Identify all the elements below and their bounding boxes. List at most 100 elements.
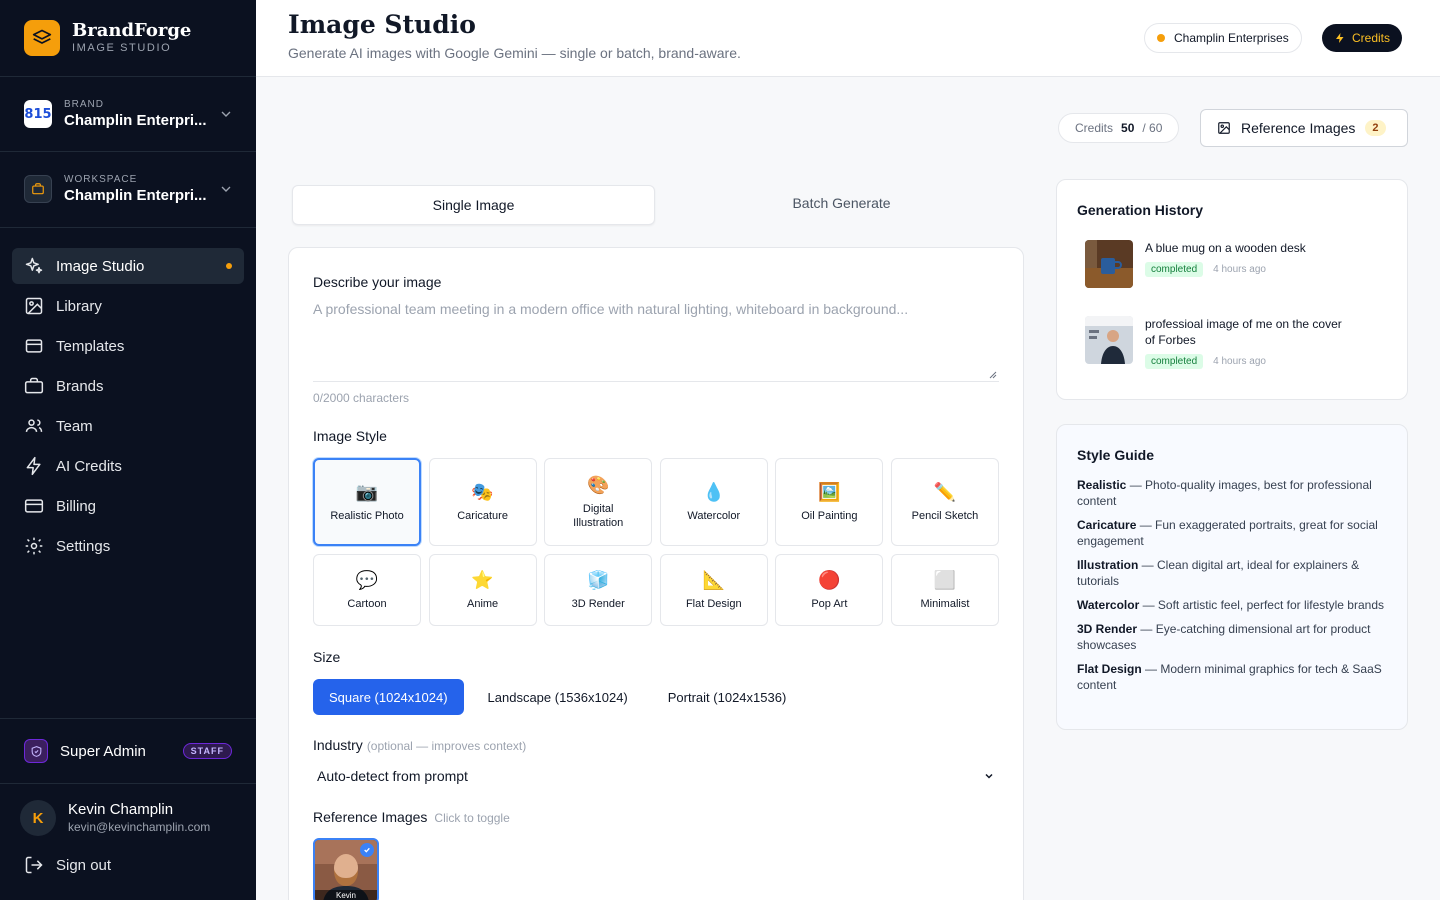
style-option-3d-render[interactable]: 🧊 3D Render	[544, 554, 653, 626]
credits-button[interactable]: Credits	[1322, 24, 1403, 52]
logout-icon	[25, 856, 43, 874]
prompt-input[interactable]: A professional team meeting in a modern …	[313, 298, 999, 382]
style-option-anime[interactable]: ⭐ Anime	[428, 554, 537, 626]
credits-total: / 60	[1142, 121, 1163, 135]
industry-label: Industry (optional — improves context)	[313, 737, 526, 753]
style-option-pop-art[interactable]: 🔴 Pop Art	[775, 554, 884, 626]
style-option-label: Realistic Photo	[330, 510, 404, 522]
character-count: 0/2000 characters	[313, 391, 410, 405]
image-style-label: Image Style	[313, 428, 387, 444]
style-option-label: Cartoon	[347, 598, 387, 610]
workspace-selector[interactable]: WORKSPACE Champlin Enterpri...	[24, 169, 234, 209]
credits-value: 50	[1121, 121, 1135, 135]
mode-tabs: Single Image Batch Generate	[288, 183, 1024, 225]
sidebar-item-ai-credits[interactable]: AI Credits	[12, 448, 244, 484]
style-option-minimalist[interactable]: ⬜ Minimalist	[890, 554, 999, 626]
style-option-watercolor[interactable]: 💧 Watercolor	[659, 458, 768, 546]
sidebar-item-label: Library	[56, 297, 102, 315]
sign-out-button[interactable]: Sign out	[24, 855, 111, 875]
workspace-value: Champlin Enterpri...	[64, 186, 207, 204]
current-brand-pill[interactable]: Champlin Enterprises	[1144, 23, 1302, 53]
triangle-ruler-icon: 📐	[702, 570, 725, 590]
bolt-icon	[1336, 33, 1344, 43]
check-icon	[360, 843, 374, 857]
sidebar-item-label: Team	[56, 417, 93, 435]
sidebar-item-library[interactable]: Library	[12, 288, 244, 324]
history-item[interactable]: A blue mug on a wooden desk completed 4 …	[1085, 240, 1345, 288]
reference-image-thumbnail[interactable]: Kevin	[313, 838, 379, 900]
theater-masks-icon: 🎭	[471, 482, 494, 502]
staff-badge: STAFF	[182, 743, 232, 759]
status-badge: completed	[1145, 354, 1204, 369]
sparkles-icon	[25, 257, 43, 274]
divider	[0, 76, 256, 77]
red-circle-icon: 🔴	[818, 570, 841, 590]
history-time: 4 hours ago	[1213, 356, 1266, 367]
style-guide-item: 3D Render — Eye-catching dimensional art…	[1077, 622, 1371, 652]
style-option-digital-illustration[interactable]: 🎨 Digital Illustration	[544, 458, 653, 546]
user-name: Kevin Champlin	[68, 801, 174, 818]
sidebar-item-settings[interactable]: Settings	[12, 528, 244, 564]
credits-label: Credits	[1075, 121, 1114, 135]
history-item[interactable]: professioal image of me on the cover of …	[1085, 316, 1345, 369]
sidebar-item-label: Templates	[56, 337, 125, 355]
avatar: K	[20, 800, 56, 836]
gear-icon	[25, 537, 43, 555]
size-option-portrait[interactable]: Portrait (1024x1536)	[652, 679, 803, 715]
style-guide-item: Realistic — Photo-quality images, best f…	[1077, 478, 1372, 508]
style-option-oil-painting[interactable]: 🖼️ Oil Painting	[775, 458, 884, 546]
ice-cube-icon: 🧊	[586, 570, 610, 590]
size-options: Square (1024x1024) Landscape (1536x1024)…	[313, 679, 810, 715]
sidebar-item-templates[interactable]: Templates	[12, 328, 244, 364]
super-admin-link[interactable]: Super Admin STAFF	[24, 737, 232, 765]
divider	[0, 783, 256, 784]
reference-images-label-text: Reference Images	[313, 809, 428, 825]
credit-card-icon	[24, 499, 44, 513]
style-guide-item: Illustration — Clean digital art, ideal …	[1077, 558, 1360, 588]
divider	[0, 227, 256, 228]
sidebar-item-billing[interactable]: Billing	[12, 488, 244, 524]
super-admin-label: Super Admin	[60, 742, 146, 760]
palette-icon: 🎨	[586, 475, 610, 495]
style-guide-title: Style Guide	[1077, 447, 1155, 463]
generation-history-panel: Generation History A blue mug on a woode…	[1056, 179, 1408, 400]
industry-select[interactable]: Auto-detect from prompt	[313, 761, 999, 791]
sidebar-item-label: Settings	[56, 537, 111, 555]
brand-selector[interactable]: 815 BRAND Champlin Enterpri...	[24, 94, 234, 134]
size-option-square[interactable]: Square (1024x1024)	[313, 679, 464, 715]
active-indicator	[226, 263, 232, 269]
reference-count-badge: 2	[1365, 120, 1386, 136]
resize-handle-icon[interactable]	[989, 371, 997, 379]
history-prompt: A blue mug on a wooden desk	[1145, 241, 1306, 255]
tab-single-image[interactable]: Single Image	[292, 185, 656, 225]
user-profile[interactable]: K Kevin Champlin kevin@kevinchamplin.com	[20, 800, 210, 836]
sidebar-item-brands[interactable]: Brands	[12, 368, 244, 404]
style-option-label: Anime	[467, 598, 499, 610]
workspace-icon	[24, 175, 52, 203]
style-option-realistic-photo[interactable]: 📷 Realistic Photo	[313, 458, 421, 546]
tab-batch-generate[interactable]: Batch Generate	[659, 183, 1024, 223]
style-option-caricature[interactable]: 🎭 Caricature	[428, 458, 537, 546]
sidebar-item-team[interactable]: Team	[12, 408, 244, 444]
style-option-label: 3D Render	[571, 598, 625, 610]
image-icon	[25, 297, 43, 315]
style-option-cartoon[interactable]: 💬 Cartoon	[313, 554, 421, 626]
reference-images-button[interactable]: Reference Images 2	[1200, 109, 1408, 147]
workspace-label: WORKSPACE	[64, 173, 138, 185]
app-logo[interactable]: BrandForge IMAGE STUDIO	[24, 20, 191, 56]
page-header: Image Studio Generate AI images with Goo…	[256, 0, 1440, 77]
sidebar-item-image-studio[interactable]: Image Studio	[12, 248, 244, 284]
style-option-flat-design[interactable]: 📐 Flat Design	[659, 554, 768, 626]
reference-images-label: Reference Images	[1241, 120, 1356, 136]
style-option-label: Caricature	[457, 510, 508, 522]
brand-pill-label: Champlin Enterprises	[1174, 31, 1289, 45]
history-thumbnail	[1085, 316, 1133, 364]
reference-images-hint: Click to toggle	[434, 811, 510, 825]
credits-button-label: Credits	[1352, 31, 1391, 45]
style-option-label: Minimalist	[920, 598, 970, 610]
white-square-icon: ⬜	[933, 570, 957, 590]
brand-logo: 815	[24, 100, 52, 128]
briefcase-icon	[24, 377, 44, 394]
style-option-pencil-sketch[interactable]: ✏️ Pencil Sketch	[890, 458, 999, 546]
size-option-landscape[interactable]: Landscape (1536x1024)	[472, 679, 644, 715]
